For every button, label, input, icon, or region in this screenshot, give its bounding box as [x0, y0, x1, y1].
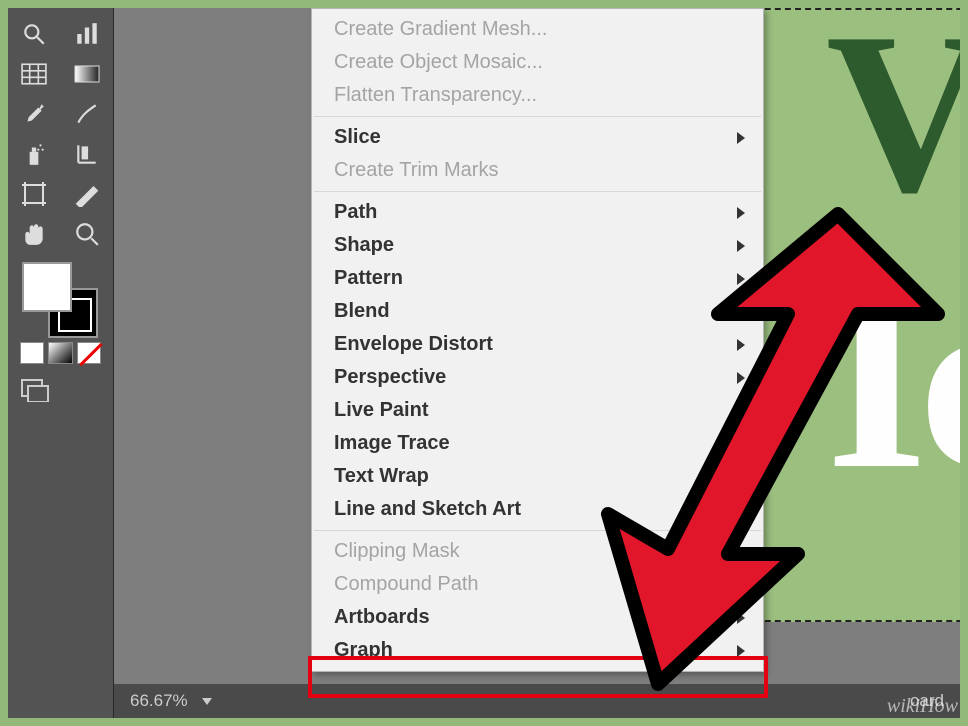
screen-mode-icon[interactable] — [20, 378, 101, 408]
status-bar: 66.67% oard — [114, 684, 960, 718]
menu-item-line-and-sketch-art[interactable]: Line and Sketch Art — [312, 493, 763, 526]
menu-item-create-trim-marks: Create Trim Marks — [312, 154, 763, 187]
color-mode-icon[interactable] — [20, 342, 44, 364]
menu-item-label: Line and Sketch Art — [334, 498, 521, 521]
submenu-arrow-icon — [737, 132, 745, 144]
app-frame: VI Ic — [8, 8, 960, 718]
menu-item-label: Graph — [334, 639, 393, 662]
object-menu: Create Gradient Mesh... Create Object Mos… — [311, 8, 764, 672]
menu-item-label: Path — [334, 201, 377, 224]
menu-item-label: Slice — [334, 126, 381, 149]
artboard-tool-icon[interactable] — [14, 176, 54, 212]
menu-item-artboards[interactable]: Artboards — [312, 601, 763, 634]
menu-item-compound-path: Compound Path — [312, 568, 763, 601]
submenu-arrow-icon — [737, 546, 745, 558]
mesh-tool-icon[interactable] — [14, 56, 54, 92]
submenu-arrow-icon — [737, 240, 745, 252]
menu-item-live-paint[interactable]: Live Paint — [312, 394, 763, 427]
menu-separator — [314, 530, 761, 531]
submenu-arrow-icon — [737, 612, 745, 624]
fill-swatch[interactable] — [22, 262, 72, 312]
artwork-text-2: Ic — [826, 230, 960, 529]
submenu-arrow-icon — [737, 471, 745, 483]
menu-item-flatten-transparency: Flatten Transparency... — [312, 79, 763, 112]
menu-item-label: Create Gradient Mesh... — [334, 18, 547, 41]
submenu-arrow-icon — [737, 372, 745, 384]
menu-item-image-trace[interactable]: Image Trace — [312, 427, 763, 460]
menu-item-shape[interactable]: Shape — [312, 229, 763, 262]
magnify-tool-icon[interactable] — [14, 16, 54, 52]
watermark: wikiHow — [887, 695, 958, 718]
measure-tool-icon[interactable] — [67, 136, 107, 172]
submenu-arrow-icon — [737, 504, 745, 516]
symbol-sprayer-tool-icon[interactable] — [14, 136, 54, 172]
menu-item-envelope-distort[interactable]: Envelope Distort — [312, 328, 763, 361]
menu-item-label: Create Object Mosaic... — [334, 51, 543, 74]
menu-item-label: Blend — [334, 300, 390, 323]
hand-tool-icon[interactable] — [14, 216, 54, 252]
menu-separator — [314, 191, 761, 192]
menu-item-label: Create Trim Marks — [334, 159, 498, 182]
menu-item-text-wrap[interactable]: Text Wrap — [312, 460, 763, 493]
menu-item-label: Perspective — [334, 366, 446, 389]
artwork-text-1: VI — [826, 8, 960, 245]
menu-item-pattern[interactable]: Pattern — [312, 262, 763, 295]
menu-item-blend[interactable]: Blend — [312, 295, 763, 328]
zoom-tool-icon[interactable] — [67, 216, 107, 252]
gradient-mode-icon[interactable] — [48, 342, 72, 364]
menu-item-label: Live Paint — [334, 399, 428, 422]
menu-item-label: Text Wrap — [334, 465, 429, 488]
submenu-arrow-icon — [737, 306, 745, 318]
menu-item-label: Image Trace — [334, 432, 450, 455]
menu-item-create-object-mosaic: Create Object Mosaic... — [312, 46, 763, 79]
menu-item-label: Compound Path — [334, 573, 479, 596]
knife-tool-icon[interactable] — [67, 96, 107, 132]
zoom-level[interactable]: 66.67% — [130, 691, 188, 711]
submenu-arrow-icon — [737, 207, 745, 219]
eyedropper-tool-icon[interactable] — [14, 96, 54, 132]
submenu-arrow-icon — [737, 438, 745, 450]
menu-item-graph[interactable]: Graph — [312, 634, 763, 667]
submenu-arrow-icon — [737, 579, 745, 591]
slice-tool-icon[interactable] — [67, 176, 107, 212]
menu-item-create-gradient-mesh: Create Gradient Mesh... — [312, 13, 763, 46]
gradient-tool-icon[interactable] — [67, 56, 107, 92]
menu-item-perspective[interactable]: Perspective — [312, 361, 763, 394]
fill-stroke-swatches[interactable] — [20, 262, 101, 342]
menu-item-label: Envelope Distort — [334, 333, 493, 356]
submenu-arrow-icon — [737, 645, 745, 657]
menu-item-slice[interactable]: Slice — [312, 121, 763, 154]
menu-item-label: Shape — [334, 234, 394, 257]
menu-item-path[interactable]: Path — [312, 196, 763, 229]
menu-item-label: Clipping Mask — [334, 540, 460, 563]
submenu-arrow-icon — [737, 273, 745, 285]
menu-separator — [314, 116, 761, 117]
none-mode-icon[interactable] — [77, 342, 101, 364]
submenu-arrow-icon — [737, 405, 745, 417]
submenu-arrow-icon — [737, 339, 745, 351]
menu-item-clipping-mask: Clipping Mask — [312, 535, 763, 568]
menu-item-label: Artboards — [334, 606, 430, 629]
column-graph-tool-icon[interactable] — [67, 16, 107, 52]
menu-item-label: Pattern — [334, 267, 403, 290]
tools-panel — [8, 8, 114, 718]
zoom-dropdown-icon[interactable] — [202, 698, 212, 705]
menu-item-label: Flatten Transparency... — [334, 84, 537, 107]
